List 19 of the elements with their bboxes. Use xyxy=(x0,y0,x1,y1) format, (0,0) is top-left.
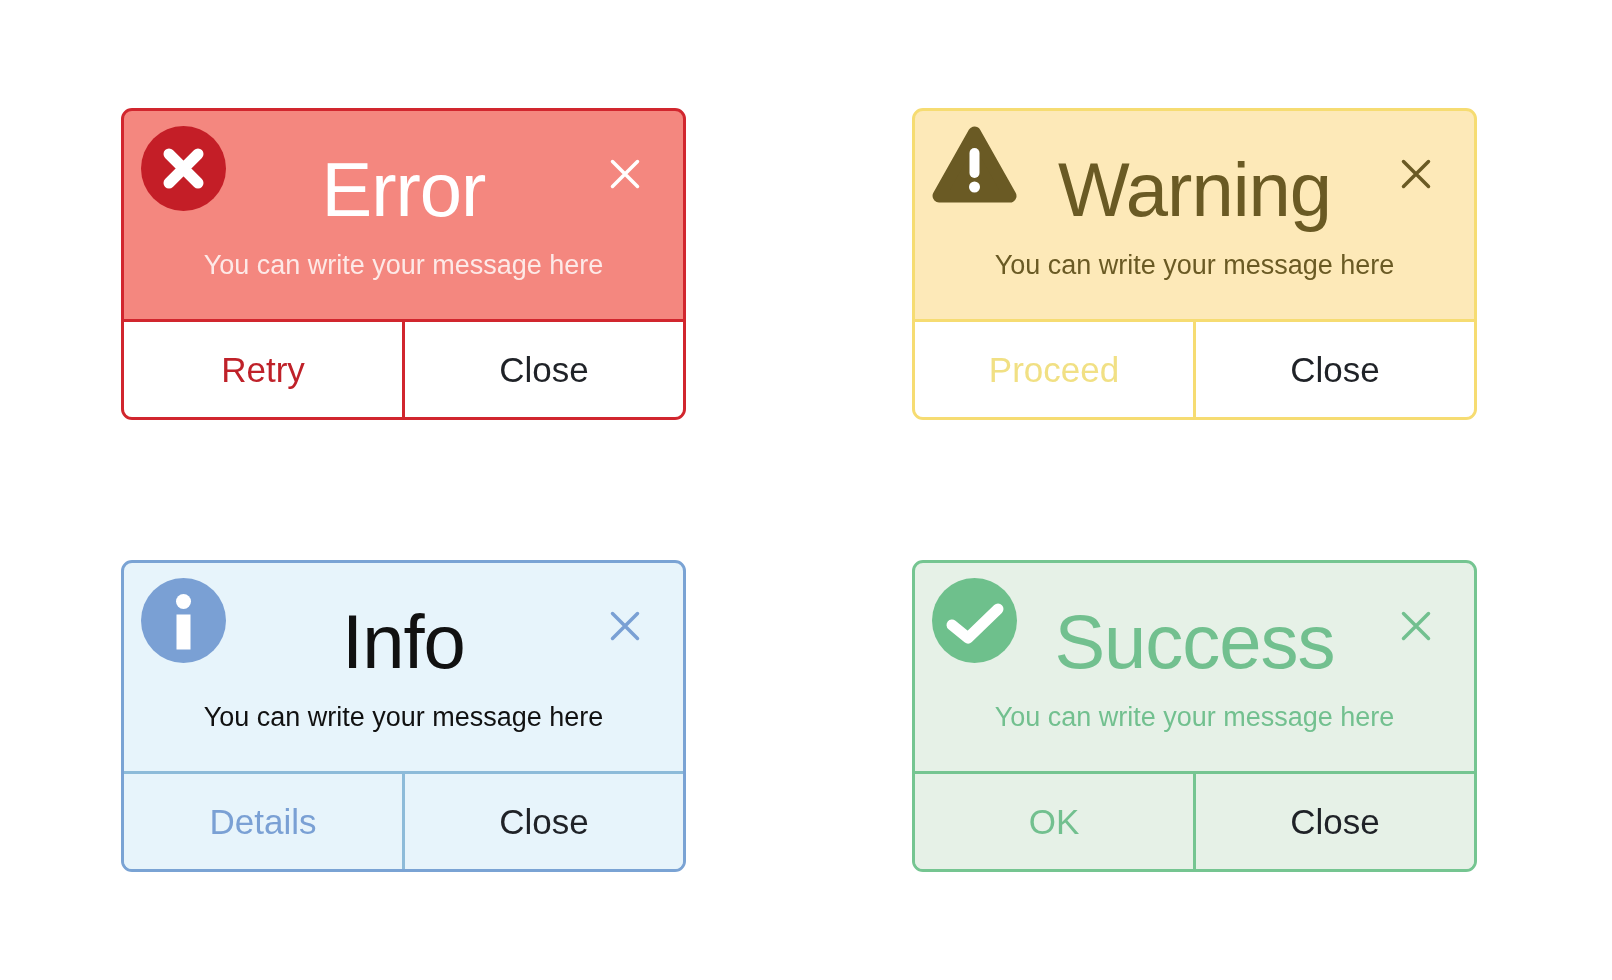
dialog-button[interactable]: Retry xyxy=(124,322,402,417)
dialog-message: You can write your message here xyxy=(203,701,604,733)
dialog-title: Info xyxy=(342,602,465,682)
dialog-button[interactable]: Close xyxy=(1193,774,1474,869)
dialog-title: Warning xyxy=(1057,150,1332,230)
dialog-message: You can write your message here xyxy=(203,249,604,281)
check-circle-icon xyxy=(932,578,1017,663)
dialog-title: Error xyxy=(321,150,486,230)
x-circle-icon xyxy=(141,126,226,211)
dialog-message: You can write your message here xyxy=(994,701,1395,733)
close-icon[interactable] xyxy=(610,611,640,641)
dialog-message: You can write your message here xyxy=(994,249,1395,281)
warning-icon xyxy=(932,126,1017,203)
close-icon[interactable] xyxy=(1401,159,1431,189)
info-icon xyxy=(141,578,226,663)
dialog-button[interactable]: Close xyxy=(402,774,683,869)
dialog-button[interactable]: Close xyxy=(402,322,683,417)
dialog-title: Success xyxy=(1054,602,1335,682)
dialog-button[interactable]: Close xyxy=(1193,322,1474,417)
